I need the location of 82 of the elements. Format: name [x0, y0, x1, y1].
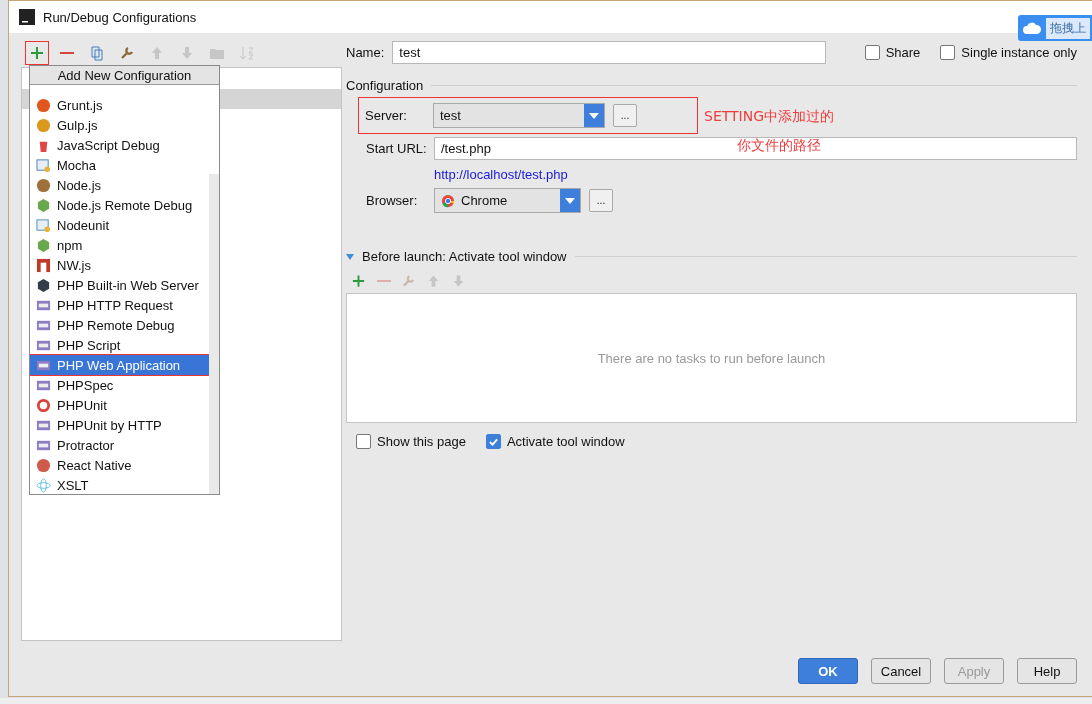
annotation-note: SETTING中添加过的 — [704, 108, 835, 126]
circle-icon — [36, 117, 51, 133]
dialog-button[interactable]: OK — [798, 658, 858, 684]
task-toolbar-button[interactable] — [350, 272, 367, 289]
window-title: Run/Debug Configurations — [43, 9, 197, 25]
copy-icon — [89, 45, 105, 61]
annotation-note: 你文件的路径 — [737, 137, 821, 155]
circle-icon — [36, 457, 51, 473]
down-arrow-icon — [179, 45, 195, 61]
menu-item[interactable]: NW.js — [30, 255, 210, 275]
name-label: Name: — [346, 45, 385, 60]
checkbox[interactable] — [356, 434, 371, 449]
checkbox[interactable] — [940, 45, 956, 60]
circle-icon — [36, 97, 51, 113]
scrollbar[interactable] — [209, 174, 219, 494]
up-arrow-icon — [149, 45, 165, 61]
menu-item[interactable]: Node.js — [30, 175, 210, 195]
wrench-icon — [119, 45, 135, 61]
caret-icon — [565, 197, 575, 204]
checkbox-label: Activate tool window — [506, 434, 625, 449]
app-logo-icon — [19, 9, 35, 25]
checkbox-label: Show this page — [377, 434, 466, 449]
browser-dropdown[interactable]: Chrome — [434, 188, 581, 213]
section-title: Before launch: Activate tool window — [362, 249, 567, 264]
upload-widget-label: 拖拽上 — [1046, 17, 1090, 39]
hexagon-icon — [36, 237, 51, 253]
square-icon — [36, 257, 51, 273]
dialog-button[interactable]: Cancel — [871, 658, 931, 684]
caret-icon — [589, 112, 599, 119]
menu-item[interactable]: PHPUnit — [30, 395, 210, 415]
menu-item[interactable]: Node.js Remote Debug — [30, 195, 210, 215]
down-arrow-icon — [451, 272, 466, 289]
ring-icon — [36, 397, 51, 413]
name-field[interactable]: test — [392, 41, 827, 64]
menu-item[interactable]: XSLT — [30, 475, 210, 494]
menu-item[interactable]: npm — [30, 235, 210, 255]
menu-item[interactable]: PHP Web Application — [30, 355, 210, 375]
check-icon — [488, 437, 498, 446]
section-title: Configuration — [346, 78, 424, 93]
browser-label: Browser: — [366, 193, 419, 208]
window-icon — [36, 157, 51, 173]
server-label: Server: — [365, 108, 408, 123]
atom-icon — [36, 477, 51, 493]
checkbox[interactable] — [485, 434, 501, 449]
more-button[interactable]: ... — [613, 104, 637, 127]
cloud-icon — [1022, 21, 1042, 35]
sort-icon — [239, 45, 255, 61]
remove-icon — [376, 279, 391, 282]
add-icon — [351, 272, 366, 289]
menu-item[interactable]: PHP HTTP Request — [30, 295, 210, 315]
checkbox-label: Share — [885, 45, 921, 60]
menu-item[interactable]: Grunt.js — [30, 95, 210, 115]
up-arrow-icon — [426, 272, 441, 289]
menu-item[interactable]: PHP Built-in Web Server — [30, 275, 210, 295]
url-preview-link[interactable]: http://localhost/test.php — [434, 166, 568, 182]
menu-item[interactable]: Gulp.js — [30, 115, 210, 135]
hexagon-icon — [36, 197, 51, 213]
add-icon — [29, 45, 45, 61]
checkbox[interactable] — [864, 45, 880, 60]
checkbox-label: Single instance only — [961, 45, 1077, 60]
popup-title: Add New Configuration — [30, 66, 219, 85]
expand-triangle-icon[interactable] — [346, 253, 354, 260]
browser-icon — [441, 193, 455, 208]
upload-widget[interactable]: 拖拽上 — [1018, 15, 1092, 41]
menu-item[interactable]: JavaScript Debug — [30, 135, 210, 155]
toolbar-button[interactable] — [25, 41, 49, 65]
window-icon — [36, 217, 51, 233]
dialog-button[interactable]: Help — [1017, 658, 1077, 684]
menu-item[interactable]: PHPUnit by HTTP — [30, 415, 210, 435]
more-button[interactable]: ... — [589, 189, 613, 212]
hexagon-icon — [36, 277, 51, 293]
circle-icon — [36, 177, 51, 193]
start-url-label: Start URL: — [366, 141, 426, 156]
menu-item[interactable]: Mocha — [30, 155, 210, 175]
menu-item[interactable]: React Native — [30, 455, 210, 475]
menu-item[interactable]: Protractor — [30, 435, 210, 455]
menu-item[interactable]: PHPSpec — [30, 375, 210, 395]
empty-message: There are no tasks to run before launch — [597, 350, 826, 366]
server-dropdown[interactable]: test — [433, 103, 605, 128]
menu-item[interactable]: PHP Script — [30, 335, 210, 355]
menu-item[interactable]: Nodeunit — [30, 215, 210, 235]
menu-item[interactable]: PHP Remote Debug — [30, 315, 210, 335]
